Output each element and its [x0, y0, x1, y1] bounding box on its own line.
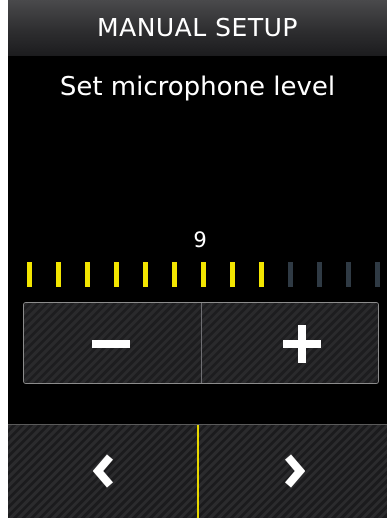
- level-tick-active: [230, 262, 235, 287]
- navigation-bar: [8, 424, 387, 518]
- minus-icon: [92, 340, 130, 348]
- level-value: 9: [193, 228, 207, 252]
- level-tick-active: [143, 262, 148, 287]
- level-tick-active: [27, 262, 32, 287]
- level-adjust-control: [23, 302, 379, 384]
- chevron-right-icon: [284, 454, 305, 488]
- level-tick-active: [56, 262, 61, 287]
- level-tick-active: [172, 262, 177, 287]
- level-meter[interactable]: [8, 262, 387, 288]
- level-tick-inactive: [375, 262, 380, 287]
- level-tick-active: [85, 262, 90, 287]
- level-tick-active: [114, 262, 119, 287]
- instruction-text: Set microphone level: [59, 72, 336, 102]
- increase-button[interactable]: [200, 303, 378, 383]
- back-button[interactable]: [8, 425, 197, 518]
- forward-button[interactable]: [196, 425, 387, 518]
- decrease-button[interactable]: [24, 303, 201, 383]
- chevron-left-icon: [93, 454, 114, 488]
- level-tick-inactive: [346, 262, 351, 287]
- level-tick-inactive: [317, 262, 322, 287]
- page-title: MANUAL SETUP: [97, 13, 298, 42]
- level-tick-inactive: [288, 262, 293, 287]
- header-bar: MANUAL SETUP: [8, 0, 387, 56]
- device-screen: MANUAL SETUP Set microphone level 9: [8, 0, 387, 518]
- level-tick-active: [259, 262, 264, 287]
- level-tick-active: [201, 262, 206, 287]
